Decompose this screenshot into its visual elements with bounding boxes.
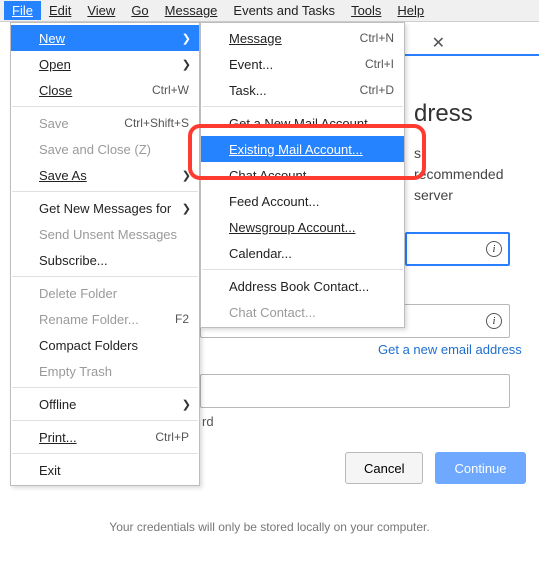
file-delete-folder: Delete Folder: [11, 280, 199, 306]
new-message[interactable]: Message Ctrl+N: [201, 25, 404, 51]
chevron-right-icon: ❯: [182, 32, 191, 45]
new-calendar[interactable]: Calendar...: [201, 240, 404, 266]
password-label-frag: rd: [202, 414, 214, 429]
menu-events[interactable]: Events and Tasks: [225, 1, 343, 20]
name-input-wrapper: i: [405, 232, 510, 266]
file-rename-folder: Rename Folder... F2: [11, 306, 199, 332]
menu-edit[interactable]: Edit: [41, 1, 79, 20]
password-input[interactable]: [200, 374, 510, 408]
new-chat-account[interactable]: Chat Account...: [201, 162, 404, 188]
new-chat-contact: Chat Contact...: [201, 299, 404, 325]
page-subtitle: s. recommended server: [414, 143, 539, 206]
file-open[interactable]: Open ❯: [11, 51, 199, 77]
menu-help[interactable]: Help: [389, 1, 432, 20]
chevron-right-icon: ❯: [182, 202, 191, 215]
chevron-right-icon: ❯: [182, 169, 191, 182]
info-icon[interactable]: i: [486, 313, 502, 329]
continue-button[interactable]: Continue: [435, 452, 525, 484]
cancel-button[interactable]: Cancel: [345, 452, 423, 484]
new-task[interactable]: Task... Ctrl+D: [201, 77, 404, 103]
file-save-close: Save and Close (Z): [11, 136, 199, 162]
file-save: Save Ctrl+Shift+S: [11, 110, 199, 136]
file-new[interactable]: New ❯: [11, 25, 199, 51]
file-empty-trash: Empty Trash: [11, 358, 199, 384]
file-compact[interactable]: Compact Folders: [11, 332, 199, 358]
menu-tools[interactable]: Tools: [343, 1, 389, 20]
file-save-as[interactable]: Save As ❯: [11, 162, 199, 188]
get-new-email-link[interactable]: Get a new email address: [378, 342, 522, 357]
file-exit[interactable]: Exit: [11, 457, 199, 483]
file-print[interactable]: Print... Ctrl+P: [11, 424, 199, 450]
new-get-mail-account[interactable]: Get a New Mail Account...: [201, 110, 404, 136]
new-feed-account[interactable]: Feed Account...: [201, 188, 404, 214]
new-event[interactable]: Event... Ctrl+I: [201, 51, 404, 77]
new-existing-mail-account[interactable]: Existing Mail Account...: [201, 136, 404, 162]
file-subscribe[interactable]: Subscribe...: [11, 247, 199, 273]
menu-go[interactable]: Go: [123, 1, 156, 20]
file-close[interactable]: Close Ctrl+W: [11, 77, 199, 103]
menu-message[interactable]: Message: [157, 1, 226, 20]
file-offline[interactable]: Offline ❯: [11, 391, 199, 417]
chevron-right-icon: ❯: [182, 58, 191, 71]
footer-note: Your credentials will only be stored loc…: [0, 520, 539, 534]
info-icon[interactable]: i: [486, 241, 502, 257]
new-submenu: Message Ctrl+N Event... Ctrl+I Task... C…: [200, 22, 405, 328]
menu-file[interactable]: File: [4, 1, 41, 20]
menu-view[interactable]: View: [79, 1, 123, 20]
tab-close-icon[interactable]: ✕: [432, 33, 445, 53]
file-get-new-messages[interactable]: Get New Messages for ❯: [11, 195, 199, 221]
chevron-right-icon: ❯: [182, 398, 191, 411]
file-send-unsent: Send Unsent Messages: [11, 221, 199, 247]
password-input-wrapper: [200, 374, 510, 408]
page-title: dress: [414, 100, 473, 128]
new-newsgroup-account[interactable]: Newsgroup Account...: [201, 214, 404, 240]
new-address-book-contact[interactable]: Address Book Contact...: [201, 273, 404, 299]
file-dropdown: New ❯ Open ❯ Close Ctrl+W Save Ctrl+Shif…: [10, 22, 200, 486]
menubar: File Edit View Go Message Events and Tas…: [0, 0, 539, 22]
